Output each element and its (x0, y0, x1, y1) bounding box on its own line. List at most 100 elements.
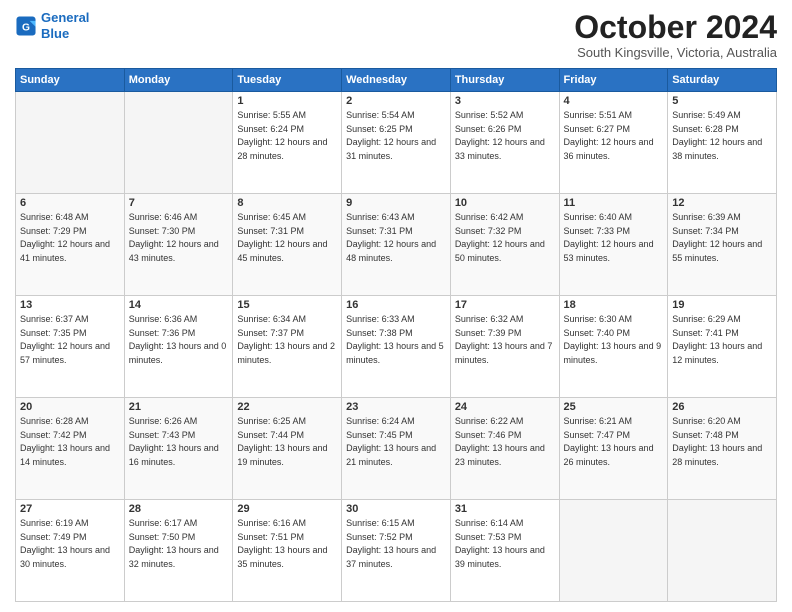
calendar-cell: 1 Sunrise: 5:55 AMSunset: 6:24 PMDaylight… (233, 92, 342, 194)
day-info: Sunrise: 6:19 AMSunset: 7:49 PMDaylight:… (20, 517, 120, 571)
day-info: Sunrise: 6:15 AMSunset: 7:52 PMDaylight:… (346, 517, 446, 571)
calendar: SundayMondayTuesdayWednesdayThursdayFrid… (15, 68, 777, 602)
day-info: Sunrise: 5:49 AMSunset: 6:28 PMDaylight:… (672, 109, 772, 163)
calendar-cell (668, 500, 777, 602)
page: G General Blue October 2024 South Kingsv… (0, 0, 792, 612)
day-info: Sunrise: 6:48 AMSunset: 7:29 PMDaylight:… (20, 211, 120, 265)
calendar-cell: 10Sunrise: 6:42 AMSunset: 7:32 PMDayligh… (450, 194, 559, 296)
day-info: Sunrise: 6:24 AMSunset: 7:45 PMDaylight:… (346, 415, 446, 469)
day-number: 29 (237, 503, 337, 515)
day-info: Sunrise: 6:26 AMSunset: 7:43 PMDaylight:… (129, 415, 229, 469)
calendar-cell: 16 Sunrise: 6:33 AMSunset: 7:38 PMDayligh… (342, 296, 451, 398)
day-number: 16 (346, 299, 446, 311)
day-number: 6 (20, 197, 120, 209)
day-info: Sunrise: 6:32 AMSunset: 7:39 PMDaylight:… (455, 313, 555, 367)
calendar-cell: 2 Sunrise: 5:54 AMSunset: 6:25 PMDaylight… (342, 92, 451, 194)
calendar-cell (124, 92, 233, 194)
calendar-cell: 12 Sunrise: 6:39 AMSunset: 7:34 PMDayligh… (668, 194, 777, 296)
day-of-week-header: Thursday (450, 69, 559, 92)
day-info: Sunrise: 6:43 AMSunset: 7:31 PMDaylight:… (346, 211, 446, 265)
day-info: Sunrise: 6:29 AMSunset: 7:41 PMDaylight:… (672, 313, 772, 367)
day-number: 28 (129, 503, 229, 515)
title-block: October 2024 South Kingsville, Victoria,… (574, 10, 777, 60)
day-number: 3 (455, 95, 555, 107)
day-info: Sunrise: 5:52 AMSunset: 6:26 PMDaylight:… (455, 109, 555, 163)
day-info: Sunrise: 5:51 AMSunset: 6:27 PMDaylight:… (564, 109, 664, 163)
day-number: 2 (346, 95, 446, 107)
day-of-week-header: Sunday (16, 69, 125, 92)
day-number: 17 (455, 299, 555, 311)
calendar-cell: 13 Sunrise: 6:37 AMSunset: 7:35 PMDayligh… (16, 296, 125, 398)
header: G General Blue October 2024 South Kingsv… (15, 10, 777, 60)
logo-text: General Blue (41, 10, 89, 41)
day-info: Sunrise: 6:28 AMSunset: 7:42 PMDaylight:… (20, 415, 120, 469)
day-number: 26 (672, 401, 772, 413)
day-info: Sunrise: 5:54 AMSunset: 6:25 PMDaylight:… (346, 109, 446, 163)
day-info: Sunrise: 6:20 AMSunset: 7:48 PMDaylight:… (672, 415, 772, 469)
day-number: 27 (20, 503, 120, 515)
calendar-cell: 26 Sunrise: 6:20 AMSunset: 7:48 PMDayligh… (668, 398, 777, 500)
day-number: 11 (564, 197, 664, 209)
day-info: Sunrise: 6:39 AMSunset: 7:34 PMDaylight:… (672, 211, 772, 265)
day-number: 18 (564, 299, 664, 311)
day-info: Sunrise: 6:22 AMSunset: 7:46 PMDaylight:… (455, 415, 555, 469)
day-number: 1 (237, 95, 337, 107)
day-number: 22 (237, 401, 337, 413)
calendar-cell: 11Sunrise: 6:40 AMSunset: 7:33 PMDayligh… (559, 194, 668, 296)
calendar-cell: 8 Sunrise: 6:45 AMSunset: 7:31 PMDaylight… (233, 194, 342, 296)
calendar-cell: 19 Sunrise: 6:29 AMSunset: 7:41 PMDayligh… (668, 296, 777, 398)
calendar-cell: 29 Sunrise: 6:16 AMSunset: 7:51 PMDayligh… (233, 500, 342, 602)
day-info: Sunrise: 6:33 AMSunset: 7:38 PMDaylight:… (346, 313, 446, 367)
day-info: Sunrise: 6:42 AMSunset: 7:32 PMDaylight:… (455, 211, 555, 265)
calendar-cell: 4 Sunrise: 5:51 AMSunset: 6:27 PMDaylight… (559, 92, 668, 194)
logo-line1: General (41, 10, 89, 25)
calendar-cell: 27 Sunrise: 6:19 AMSunset: 7:49 PMDayligh… (16, 500, 125, 602)
calendar-cell: 25Sunrise: 6:21 AMSunset: 7:47 PMDayligh… (559, 398, 668, 500)
calendar-cell: 24Sunrise: 6:22 AMSunset: 7:46 PMDayligh… (450, 398, 559, 500)
day-number: 20 (20, 401, 120, 413)
day-of-week-header: Monday (124, 69, 233, 92)
calendar-cell: 6 Sunrise: 6:48 AMSunset: 7:29 PMDaylight… (16, 194, 125, 296)
day-info: Sunrise: 6:17 AMSunset: 7:50 PMDaylight:… (129, 517, 229, 571)
day-info: Sunrise: 6:45 AMSunset: 7:31 PMDaylight:… (237, 211, 337, 265)
day-number: 13 (20, 299, 120, 311)
calendar-cell: 5 Sunrise: 5:49 AMSunset: 6:28 PMDaylight… (668, 92, 777, 194)
day-number: 8 (237, 197, 337, 209)
day-of-week-header: Friday (559, 69, 668, 92)
day-number: 7 (129, 197, 229, 209)
logo-icon: G (15, 15, 37, 37)
calendar-cell: 9 Sunrise: 6:43 AMSunset: 7:31 PMDaylight… (342, 194, 451, 296)
day-number: 9 (346, 197, 446, 209)
calendar-cell: 20 Sunrise: 6:28 AMSunset: 7:42 PMDayligh… (16, 398, 125, 500)
day-info: Sunrise: 6:14 AMSunset: 7:53 PMDaylight:… (455, 517, 555, 571)
day-number: 4 (564, 95, 664, 107)
calendar-cell: 30 Sunrise: 6:15 AMSunset: 7:52 PMDayligh… (342, 500, 451, 602)
calendar-cell (559, 500, 668, 602)
day-number: 15 (237, 299, 337, 311)
calendar-cell: 7 Sunrise: 6:46 AMSunset: 7:30 PMDaylight… (124, 194, 233, 296)
calendar-cell: 14Sunrise: 6:36 AMSunset: 7:36 PMDayligh… (124, 296, 233, 398)
day-number: 19 (672, 299, 772, 311)
day-number: 31 (455, 503, 555, 515)
day-number: 12 (672, 197, 772, 209)
day-number: 30 (346, 503, 446, 515)
day-info: Sunrise: 5:55 AMSunset: 6:24 PMDaylight:… (237, 109, 337, 163)
day-info: Sunrise: 6:21 AMSunset: 7:47 PMDaylight:… (564, 415, 664, 469)
logo-line2: Blue (41, 26, 69, 41)
day-info: Sunrise: 6:30 AMSunset: 7:40 PMDaylight:… (564, 313, 664, 367)
day-number: 23 (346, 401, 446, 413)
day-number: 5 (672, 95, 772, 107)
calendar-cell: 17 Sunrise: 6:32 AMSunset: 7:39 PMDayligh… (450, 296, 559, 398)
day-info: Sunrise: 6:36 AMSunset: 7:36 PMDaylight:… (129, 313, 229, 367)
day-info: Sunrise: 6:46 AMSunset: 7:30 PMDaylight:… (129, 211, 229, 265)
calendar-cell: 28 Sunrise: 6:17 AMSunset: 7:50 PMDayligh… (124, 500, 233, 602)
calendar-cell: 21 Sunrise: 6:26 AMSunset: 7:43 PMDayligh… (124, 398, 233, 500)
calendar-cell: 22Sunrise: 6:25 AMSunset: 7:44 PMDayligh… (233, 398, 342, 500)
calendar-cell: 15 Sunrise: 6:34 AMSunset: 7:37 PMDayligh… (233, 296, 342, 398)
calendar-cell: 31 Sunrise: 6:14 AMSunset: 7:53 PMDayligh… (450, 500, 559, 602)
day-info: Sunrise: 6:16 AMSunset: 7:51 PMDaylight:… (237, 517, 337, 571)
day-info: Sunrise: 6:37 AMSunset: 7:35 PMDaylight:… (20, 313, 120, 367)
day-info: Sunrise: 6:34 AMSunset: 7:37 PMDaylight:… (237, 313, 337, 367)
day-number: 21 (129, 401, 229, 413)
day-of-week-header: Saturday (668, 69, 777, 92)
